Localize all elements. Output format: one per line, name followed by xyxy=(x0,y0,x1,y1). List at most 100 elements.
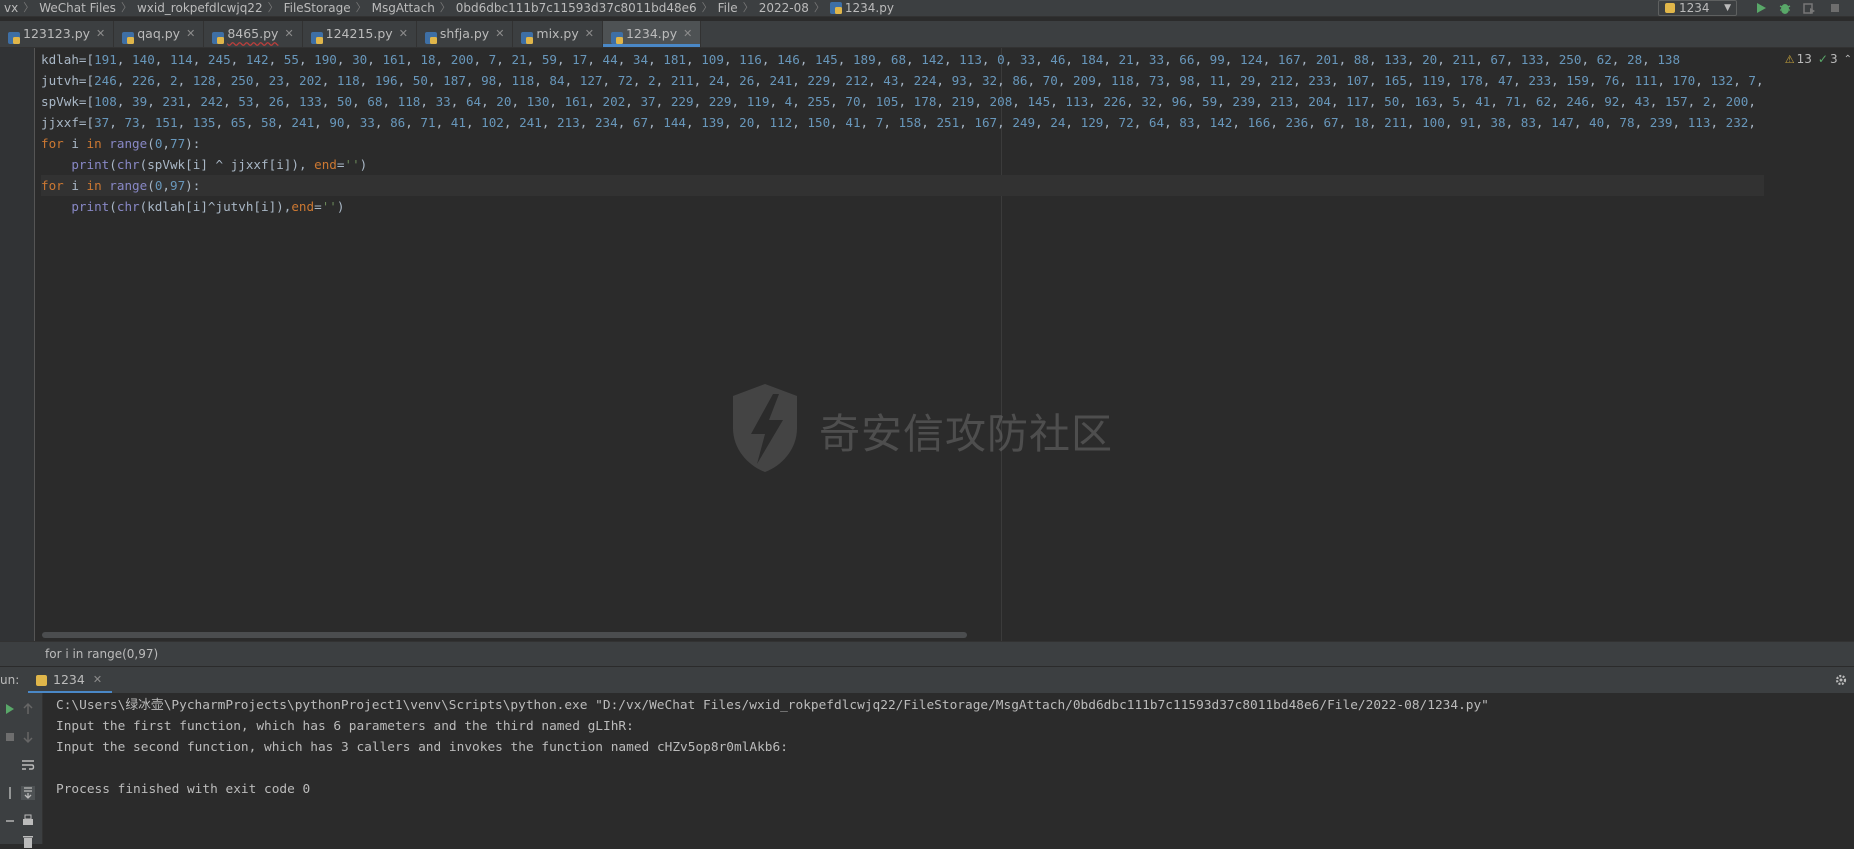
breadcrumb-item[interactable]: vx xyxy=(4,0,18,16)
close-icon[interactable]: ✕ xyxy=(186,22,195,46)
breadcrumb-item[interactable]: 1234.py xyxy=(829,0,894,16)
stop-icon[interactable] xyxy=(2,729,18,745)
punctuation: , xyxy=(496,52,504,67)
punctuation: , xyxy=(1255,94,1263,109)
number-literal: 118 xyxy=(397,94,421,109)
print-icon[interactable] xyxy=(20,813,36,829)
punctuation: , xyxy=(1088,94,1096,109)
tab-124215-py[interactable]: 124215.py ✕ xyxy=(303,21,417,47)
close-icon[interactable]: ✕ xyxy=(284,22,293,46)
breadcrumb-context[interactable]: for i in range(0,97) xyxy=(0,641,1854,667)
punctuation: , xyxy=(465,115,474,130)
ok-indicator[interactable]: ✓ 3 xyxy=(1818,52,1838,66)
arrow-down-icon[interactable] xyxy=(20,729,36,745)
breadcrumb-item[interactable]: 0bd6dbc111b7c11593d37c8011bd48e6 xyxy=(456,0,697,16)
punctuation: , xyxy=(936,94,944,109)
number-literal: 178 xyxy=(1460,73,1483,88)
breadcrumb-item[interactable]: MsgAttach xyxy=(372,0,435,16)
code-editor[interactable]: kdlah=[191, 140, 114, 245, 142, 55, 190,… xyxy=(0,48,1854,641)
pin-icon[interactable] xyxy=(2,785,18,801)
number-literal: 231 xyxy=(162,94,186,109)
punctuation: , xyxy=(1368,94,1377,109)
stop-icon[interactable] xyxy=(1828,1,1842,15)
code-area[interactable]: kdlah=[191, 140, 114, 245, 142, 55, 190,… xyxy=(41,49,1764,217)
number-literal: 73 xyxy=(1148,73,1165,88)
number-literal: 33 xyxy=(435,94,451,109)
punctuation: , xyxy=(943,52,952,67)
close-icon[interactable]: ✕ xyxy=(93,667,102,693)
rerun-icon[interactable] xyxy=(2,701,18,717)
identifier: kdlah xyxy=(41,52,79,67)
tab-8465-py[interactable]: 8465.py ✕ xyxy=(204,21,303,47)
close-icon[interactable]: ✕ xyxy=(495,22,504,46)
run-config-selector[interactable]: 1234 ▼ xyxy=(1658,0,1737,16)
chevron-up-icon[interactable]: ⌃ xyxy=(1844,54,1854,65)
breadcrumb-label: 0bd6dbc111b7c11593d37c8011bd48e6 xyxy=(455,1,697,15)
punctuation: , xyxy=(860,115,869,130)
number-literal: 241 xyxy=(291,115,315,130)
tab-qaq-py[interactable]: qaq.py ✕ xyxy=(114,21,205,47)
number-literal: 37 xyxy=(640,94,656,109)
close-icon[interactable]: ✕ xyxy=(585,22,594,46)
close-icon[interactable]: ✕ xyxy=(683,22,692,46)
inspection-widget[interactable]: ⚠ 13 ✓ 3 ⌃ xyxy=(1778,50,1854,68)
scroll-to-end-icon[interactable] xyxy=(20,785,36,801)
run-icon[interactable] xyxy=(1754,1,1768,15)
breadcrumb-item[interactable]: FileStorage xyxy=(284,0,351,16)
tab-mix-py[interactable]: mix.py ✕ xyxy=(513,21,603,47)
tab-1234-py[interactable]: 1234.py ✕ xyxy=(602,21,702,47)
close-icon[interactable]: ✕ xyxy=(399,22,408,46)
gear-icon[interactable] xyxy=(1834,673,1848,687)
breadcrumb-item[interactable]: wxid_rokpefdlcwjq22 xyxy=(137,0,263,16)
soft-wrap-icon[interactable] xyxy=(20,757,36,773)
punctuation: , xyxy=(997,115,1005,130)
tab-shfja-py[interactable]: shfja.py ✕ xyxy=(417,21,514,47)
settings-small-icon[interactable] xyxy=(2,813,18,829)
arrow-up-icon[interactable] xyxy=(20,701,36,717)
horizontal-scrollbar[interactable] xyxy=(42,632,967,638)
punctuation: , xyxy=(1293,73,1301,88)
run-tab[interactable]: 1234 ✕ xyxy=(28,667,113,693)
watermark: 奇安信攻防社区 xyxy=(725,380,1125,480)
number-literal: 21 xyxy=(1118,52,1134,67)
punctuation: ]), xyxy=(283,157,307,172)
punctuation: , xyxy=(830,73,838,88)
punctuation: , xyxy=(1406,115,1415,130)
run-console[interactable]: C:\Users\绿冰壶\PycharmProjects\pythonProje… xyxy=(43,693,1854,844)
punctuation: , xyxy=(1194,115,1203,130)
punctuation: , xyxy=(648,52,656,67)
number-literal: 163 xyxy=(1414,94,1438,109)
number-literal: 113 xyxy=(1687,115,1711,130)
breadcrumb-item[interactable]: WeChat Files xyxy=(39,0,116,16)
tab-123123-py[interactable]: 123123.py ✕ xyxy=(0,21,115,47)
code-line: print(chr(kdlah[i]^jutvh[i]),end='') xyxy=(41,196,1764,217)
breadcrumb-item[interactable]: File xyxy=(718,0,738,16)
warnings-indicator[interactable]: ⚠ 13 xyxy=(1785,52,1812,66)
number-literal: 62 xyxy=(1535,94,1552,109)
code-line: jjxxf=[37, 73, 151, 135, 65, 58, 241, 90… xyxy=(41,112,1764,133)
punctuation: , xyxy=(1156,94,1165,109)
trash-icon[interactable] xyxy=(20,833,36,849)
debug-icon[interactable] xyxy=(1778,1,1792,15)
punctuation: , xyxy=(686,115,694,130)
close-icon[interactable]: ✕ xyxy=(96,22,105,46)
number-literal: 167 xyxy=(974,115,998,130)
punctuation: , xyxy=(1126,94,1134,109)
number-literal: 20 xyxy=(1422,52,1438,67)
number-literal: 135 xyxy=(192,115,216,130)
number-literal: 133 xyxy=(1520,52,1544,67)
number-literal: 133 xyxy=(1384,52,1407,67)
punctuation: ( xyxy=(109,157,117,172)
coverage-icon[interactable] xyxy=(1802,1,1816,15)
breadcrumb-item[interactable]: 2022-08 xyxy=(759,0,809,16)
punctuation: , xyxy=(1065,52,1074,67)
